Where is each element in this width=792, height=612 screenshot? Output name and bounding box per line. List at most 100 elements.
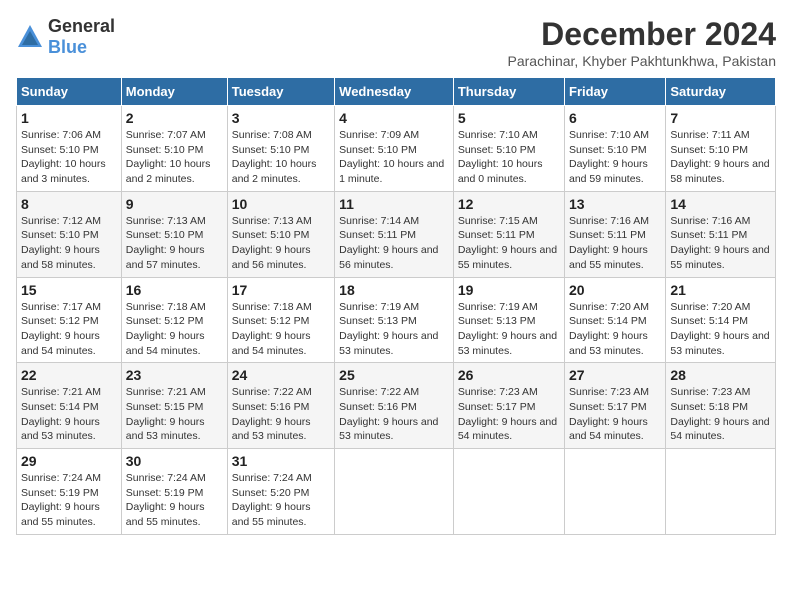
- calendar-cell: 14 Sunrise: 7:16 AMSunset: 5:11 PMDayligh…: [666, 191, 776, 277]
- calendar-cell: 27 Sunrise: 7:23 AMSunset: 5:17 PMDayligh…: [565, 363, 666, 449]
- day-detail: Sunrise: 7:23 AMSunset: 5:17 PMDaylight:…: [569, 385, 661, 444]
- day-number: 28: [670, 367, 771, 383]
- day-detail: Sunrise: 7:23 AMSunset: 5:17 PMDaylight:…: [458, 385, 560, 444]
- calendar-cell: 3 Sunrise: 7:08 AMSunset: 5:10 PMDaylight…: [227, 106, 334, 192]
- calendar-cell: 6 Sunrise: 7:10 AMSunset: 5:10 PMDaylight…: [565, 106, 666, 192]
- week-row-2: 8Sunrise: 7:12 AMSunset: 5:10 PMDaylight…: [17, 191, 776, 277]
- day-number: 8: [21, 196, 117, 212]
- calendar-cell: 2 Sunrise: 7:07 AMSunset: 5:10 PMDaylight…: [121, 106, 227, 192]
- day-detail: Sunrise: 7:09 AMSunset: 5:10 PMDaylight:…: [339, 128, 449, 187]
- day-number: 1: [21, 110, 117, 126]
- day-number: 4: [339, 110, 449, 126]
- column-header-sunday: Sunday: [17, 78, 122, 106]
- logo-blue: Blue: [48, 37, 87, 57]
- calendar-cell: 5 Sunrise: 7:10 AMSunset: 5:10 PMDaylight…: [453, 106, 564, 192]
- day-number: 12: [458, 196, 560, 212]
- day-detail: Sunrise: 7:08 AMSunset: 5:10 PMDaylight:…: [232, 128, 330, 187]
- day-detail: Sunrise: 7:13 AMSunset: 5:10 PMDaylight:…: [232, 214, 330, 273]
- calendar-cell: 24 Sunrise: 7:22 AMSunset: 5:16 PMDayligh…: [227, 363, 334, 449]
- day-detail: Sunrise: 7:21 AMSunset: 5:15 PMDaylight:…: [126, 385, 223, 444]
- day-detail: Sunrise: 7:06 AMSunset: 5:10 PMDaylight:…: [21, 128, 117, 187]
- calendar-table: SundayMondayTuesdayWednesdayThursdayFrid…: [16, 77, 776, 535]
- week-row-4: 22Sunrise: 7:21 AMSunset: 5:14 PMDayligh…: [17, 363, 776, 449]
- day-detail: Sunrise: 7:10 AMSunset: 5:10 PMDaylight:…: [458, 128, 560, 187]
- day-number: 20: [569, 282, 661, 298]
- day-detail: Sunrise: 7:16 AMSunset: 5:11 PMDaylight:…: [569, 214, 661, 273]
- day-number: 30: [126, 453, 223, 469]
- day-number: 6: [569, 110, 661, 126]
- day-number: 15: [21, 282, 117, 298]
- day-number: 18: [339, 282, 449, 298]
- column-header-saturday: Saturday: [666, 78, 776, 106]
- calendar-cell: 18Sunrise: 7:19 AMSunset: 5:13 PMDayligh…: [335, 277, 454, 363]
- day-number: 11: [339, 196, 449, 212]
- day-number: 9: [126, 196, 223, 212]
- week-row-3: 15 Sunrise: 7:17 AMSunset: 5:12 PMDayligh…: [17, 277, 776, 363]
- calendar-cell: 1 Sunrise: 7:06 AMSunset: 5:10 PMDaylight…: [17, 106, 122, 192]
- calendar-cell: 28Sunrise: 7:23 AMSunset: 5:18 PMDayligh…: [666, 363, 776, 449]
- day-number: 10: [232, 196, 330, 212]
- calendar-cell: 16 Sunrise: 7:18 AMSunset: 5:12 PMDayligh…: [121, 277, 227, 363]
- header-row: SundayMondayTuesdayWednesdayThursdayFrid…: [17, 78, 776, 106]
- day-detail: Sunrise: 7:24 AMSunset: 5:19 PMDaylight:…: [21, 471, 117, 530]
- day-number: 14: [670, 196, 771, 212]
- day-number: 29: [21, 453, 117, 469]
- day-detail: Sunrise: 7:15 AMSunset: 5:11 PMDaylight:…: [458, 214, 560, 273]
- main-title: December 2024: [508, 16, 777, 53]
- calendar-cell: 22Sunrise: 7:21 AMSunset: 5:14 PMDayligh…: [17, 363, 122, 449]
- day-detail: Sunrise: 7:21 AMSunset: 5:14 PMDaylight:…: [21, 385, 117, 444]
- day-number: 26: [458, 367, 560, 383]
- day-detail: Sunrise: 7:20 AMSunset: 5:14 PMDaylight:…: [569, 300, 661, 359]
- day-number: 24: [232, 367, 330, 383]
- day-number: 13: [569, 196, 661, 212]
- header: General Blue December 2024 Parachinar, K…: [16, 16, 776, 69]
- calendar-cell: 20 Sunrise: 7:20 AMSunset: 5:14 PMDayligh…: [565, 277, 666, 363]
- week-row-1: 1 Sunrise: 7:06 AMSunset: 5:10 PMDaylight…: [17, 106, 776, 192]
- day-detail: Sunrise: 7:11 AMSunset: 5:10 PMDaylight:…: [670, 128, 771, 187]
- day-detail: Sunrise: 7:18 AMSunset: 5:12 PMDaylight:…: [232, 300, 330, 359]
- calendar-cell: [565, 449, 666, 535]
- day-detail: Sunrise: 7:10 AMSunset: 5:10 PMDaylight:…: [569, 128, 661, 187]
- day-detail: Sunrise: 7:13 AMSunset: 5:10 PMDaylight:…: [126, 214, 223, 273]
- day-detail: Sunrise: 7:14 AMSunset: 5:11 PMDaylight:…: [339, 214, 449, 273]
- calendar-cell: 11 Sunrise: 7:14 AMSunset: 5:11 PMDayligh…: [335, 191, 454, 277]
- calendar-cell: [453, 449, 564, 535]
- calendar-cell: 26 Sunrise: 7:23 AMSunset: 5:17 PMDayligh…: [453, 363, 564, 449]
- day-detail: Sunrise: 7:18 AMSunset: 5:12 PMDaylight:…: [126, 300, 223, 359]
- day-number: 27: [569, 367, 661, 383]
- calendar-cell: 8Sunrise: 7:12 AMSunset: 5:10 PMDaylight…: [17, 191, 122, 277]
- logo-general: General: [48, 16, 115, 36]
- calendar-cell: [666, 449, 776, 535]
- column-header-wednesday: Wednesday: [335, 78, 454, 106]
- logo: General Blue: [16, 16, 115, 58]
- day-detail: Sunrise: 7:07 AMSunset: 5:10 PMDaylight:…: [126, 128, 223, 187]
- calendar-cell: 31Sunrise: 7:24 AMSunset: 5:20 PMDayligh…: [227, 449, 334, 535]
- column-header-friday: Friday: [565, 78, 666, 106]
- day-number: 2: [126, 110, 223, 126]
- day-number: 16: [126, 282, 223, 298]
- day-number: 5: [458, 110, 560, 126]
- column-header-monday: Monday: [121, 78, 227, 106]
- day-number: 31: [232, 453, 330, 469]
- day-detail: Sunrise: 7:22 AMSunset: 5:16 PMDaylight:…: [232, 385, 330, 444]
- calendar-cell: 13 Sunrise: 7:16 AMSunset: 5:11 PMDayligh…: [565, 191, 666, 277]
- title-section: December 2024 Parachinar, Khyber Pakhtun…: [508, 16, 777, 69]
- calendar-cell: 12 Sunrise: 7:15 AMSunset: 5:11 PMDayligh…: [453, 191, 564, 277]
- day-number: 17: [232, 282, 330, 298]
- day-number: 21: [670, 282, 771, 298]
- calendar-cell: 25Sunrise: 7:22 AMSunset: 5:16 PMDayligh…: [335, 363, 454, 449]
- calendar-cell: 9 Sunrise: 7:13 AMSunset: 5:10 PMDaylight…: [121, 191, 227, 277]
- calendar-cell: [335, 449, 454, 535]
- day-number: 3: [232, 110, 330, 126]
- day-number: 7: [670, 110, 771, 126]
- day-number: 23: [126, 367, 223, 383]
- day-detail: Sunrise: 7:17 AMSunset: 5:12 PMDaylight:…: [21, 300, 117, 359]
- calendar-cell: 23 Sunrise: 7:21 AMSunset: 5:15 PMDayligh…: [121, 363, 227, 449]
- column-header-thursday: Thursday: [453, 78, 564, 106]
- calendar-cell: 17 Sunrise: 7:18 AMSunset: 5:12 PMDayligh…: [227, 277, 334, 363]
- column-header-tuesday: Tuesday: [227, 78, 334, 106]
- calendar-cell: 10 Sunrise: 7:13 AMSunset: 5:10 PMDayligh…: [227, 191, 334, 277]
- day-detail: Sunrise: 7:16 AMSunset: 5:11 PMDaylight:…: [670, 214, 771, 273]
- day-number: 19: [458, 282, 560, 298]
- day-detail: Sunrise: 7:20 AMSunset: 5:14 PMDaylight:…: [670, 300, 771, 359]
